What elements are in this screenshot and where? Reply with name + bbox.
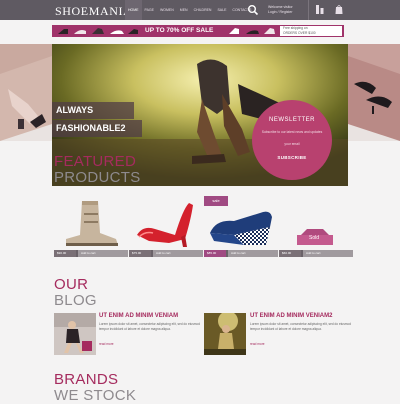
blog-post-title[interactable]: UT ENIM AD MINIM VENIAM	[99, 313, 178, 319]
add-to-cart-button[interactable]: Add to cart	[228, 250, 278, 257]
free-shipping-box: Free shipping on ORDERS OVER $100	[280, 26, 342, 36]
product-bar: $90.00 Add to cart	[54, 250, 128, 257]
promo-shoes-image-2	[229, 28, 275, 34]
nav-item-children[interactable]: Children	[191, 0, 215, 20]
nav-item-sale[interactable]: Sale	[214, 0, 229, 20]
sold-label: Sold	[309, 235, 320, 241]
featured-title-line2: PRODUCTS	[54, 169, 141, 186]
side-banner-left	[0, 44, 52, 141]
nav-item-men[interactable]: Men	[177, 0, 191, 20]
boot-icon	[66, 201, 118, 246]
product-price: $75.00	[129, 250, 151, 257]
product-price: $60.00	[279, 250, 301, 257]
blog-read-more[interactable]: read more	[250, 342, 265, 346]
hero-caption-1: ALWAYS	[52, 102, 134, 119]
product-card[interactable]: Sold $60.00 Add to cart	[279, 195, 353, 261]
side-banner-right	[348, 44, 400, 141]
cart-icon[interactable]	[334, 4, 344, 15]
main-nav: Home Page Women Men Children Sale Contac…	[125, 0, 254, 20]
account-links[interactable]: Welcome visitor Login / Register	[268, 5, 293, 15]
blog-read-more[interactable]: read more	[99, 342, 114, 346]
nav-item-page[interactable]: Page	[142, 0, 157, 20]
brands-title-line2: WE STOCK	[54, 387, 137, 404]
sold-out-icon	[297, 229, 333, 245]
newsletter-text: Subscribe to our latest news and updates	[261, 130, 323, 134]
featured-title-line1: FEATURED	[54, 153, 137, 170]
product-price: $90.00	[54, 250, 76, 257]
nav-item-women[interactable]: Women	[157, 0, 177, 20]
account-login[interactable]: Login / Register	[268, 10, 293, 15]
hero-caption-2: FASHIONABLE2	[52, 120, 142, 137]
top-header: SHOEMANIAC Home Page Women Men Children …	[0, 0, 400, 20]
blog-title-line2: BLOG	[54, 292, 97, 309]
newsletter-title: NEWSLETTER	[268, 117, 315, 123]
newsletter-subscribe-button[interactable]: SUBSCRIBE	[270, 155, 314, 160]
nav-item-home[interactable]: Home	[125, 0, 142, 20]
product-bar: $75.00 Add to cart	[129, 250, 203, 257]
compare-icon[interactable]	[315, 4, 325, 15]
promo-text: UP TO 70% OFF SALE	[145, 27, 214, 34]
blog-post-title[interactable]: UT ENIM AD MINIM VENIAM2	[250, 313, 332, 319]
blog-post-image[interactable]	[204, 313, 246, 355]
promo-shoes-image	[52, 25, 142, 37]
add-to-cart-button[interactable]: Add to cart	[303, 250, 353, 257]
red-heel-icon	[137, 203, 193, 247]
brands-title-line1: BRANDS	[54, 371, 119, 388]
product-bar: $60.00 Add to cart	[279, 250, 353, 257]
newsletter-email-input[interactable]: your email	[272, 142, 312, 146]
product-bar: $85.00 Add to cart	[204, 250, 278, 257]
product-card[interactable]: $75.00 Add to cart	[129, 195, 203, 261]
shipping-line-2: ORDERS OVER $100	[283, 30, 316, 35]
blog-post-excerpt: Lorem ipsum dolor sit amet, consectetur …	[250, 322, 351, 331]
sale-badge-label: sale	[212, 198, 220, 203]
search-icon[interactable]	[247, 4, 259, 16]
brands-title: BRANDS WE STOCK	[54, 372, 136, 404]
sale-badge: sale	[204, 196, 228, 206]
promo-banner[interactable]: UP TO 70% OFF SALE Free shipping on ORDE…	[52, 25, 344, 37]
blog-title: OUR BLOG	[54, 277, 97, 309]
blog-post-image[interactable]	[54, 313, 96, 355]
add-to-cart-button[interactable]: Add to cart	[78, 250, 128, 257]
header-divider	[308, 0, 309, 20]
blog-post-excerpt: Lorem ipsum dolor sit amet, consectetur …	[99, 322, 200, 331]
product-card[interactable]: $90.00 Add to cart	[54, 195, 128, 261]
featured-title: FEATURED PRODUCTS	[54, 154, 141, 186]
blog-title-line1: OUR	[54, 276, 89, 293]
product-price: $85.00	[204, 250, 226, 257]
add-to-cart-button[interactable]: Add to cart	[153, 250, 203, 257]
newsletter-widget: NEWSLETTER Subscribe to our latest news …	[252, 100, 332, 180]
